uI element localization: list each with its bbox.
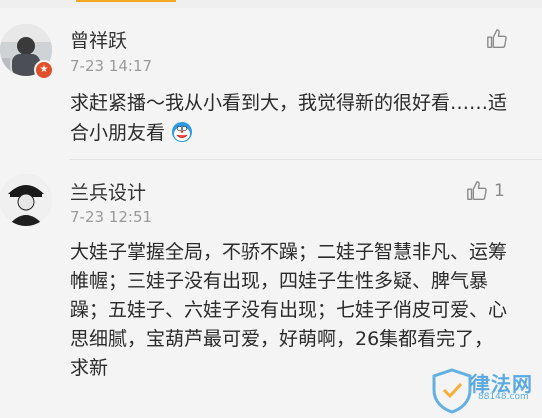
doraemon-emoji-icon — [172, 122, 193, 142]
timestamp: 7-23 12:51 — [70, 208, 153, 226]
thumbs-up-icon — [487, 29, 507, 48]
avatar[interactable] — [0, 174, 52, 226]
like-button[interactable] — [486, 28, 514, 50]
username[interactable]: 兰兵设计 — [70, 178, 146, 205]
watermark-subtext: 88148.com — [478, 392, 529, 402]
comment-divider — [70, 159, 542, 160]
avatar-image — [0, 174, 52, 226]
thumbs-up-icon — [467, 181, 487, 200]
comment-text: 求赶紧播～我从小看到大，我觉得新的很好看……适合小朋友看 — [70, 88, 510, 148]
verified-badge-icon: ★ — [34, 60, 54, 80]
timestamp: 7-23 14:17 — [70, 57, 153, 75]
like-button[interactable]: 1 — [466, 180, 505, 202]
tab-indicator — [76, 0, 176, 2]
like-count: 1 — [494, 181, 505, 201]
comment-text-content: 大娃子掌握全局，不骄不躁；二娃子智慧非凡、运筹帷幄；三娃子没有出现，四娃子生性多… — [70, 241, 508, 379]
username[interactable]: 曾祥跃 — [70, 26, 127, 53]
top-bar — [0, 0, 542, 8]
comment-text-content: 求赶紧播～我从小看到大，我觉得新的很好看……适合小朋友看 — [70, 92, 508, 144]
